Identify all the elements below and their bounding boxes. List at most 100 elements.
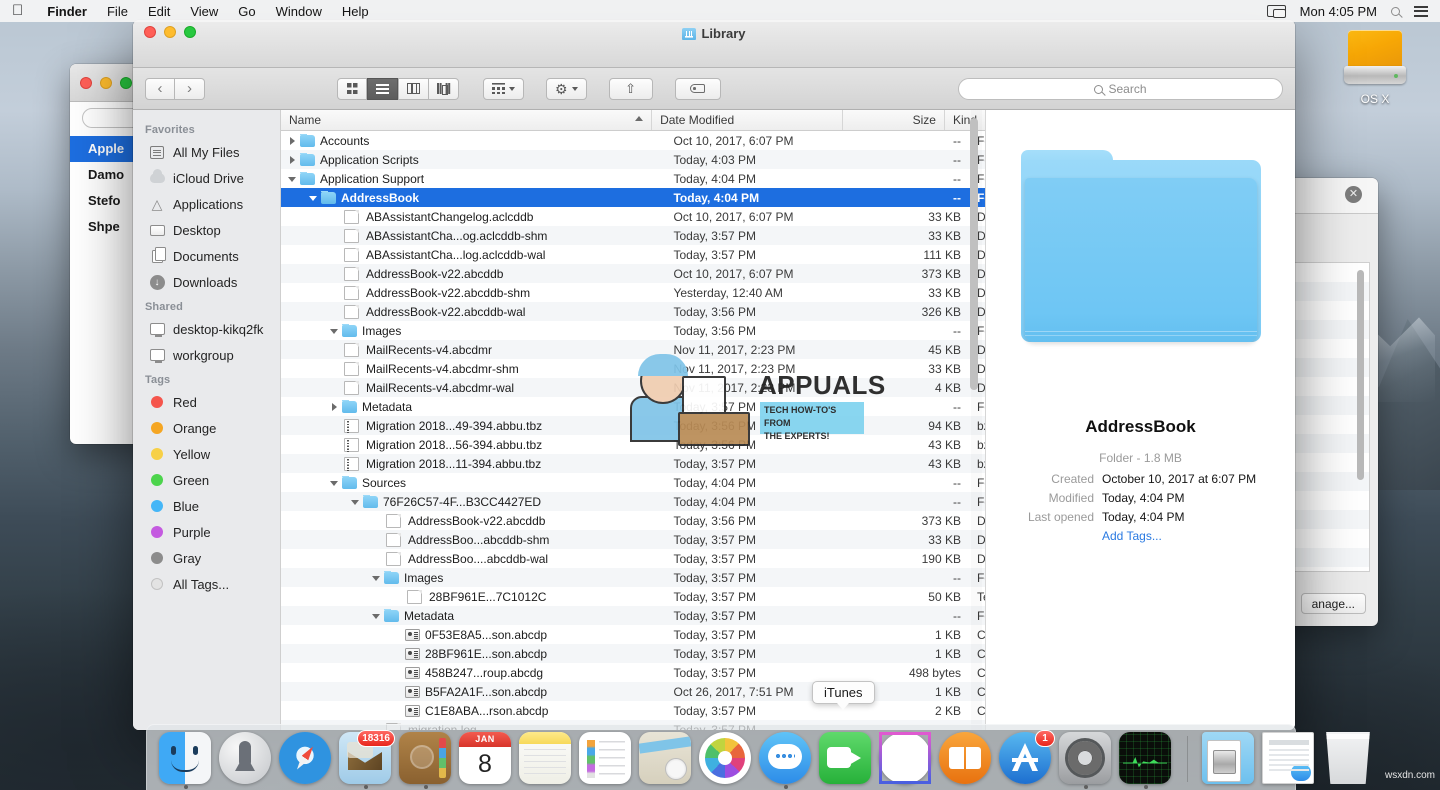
menu-item-view[interactable]: View — [180, 4, 228, 19]
dock-item-finder[interactable] — [159, 732, 213, 786]
sidebar-item-tag-gray[interactable]: Gray — [133, 545, 280, 571]
sidebar-item-documents[interactable]: Documents — [133, 243, 280, 269]
sidebar-item-icloud-drive[interactable]: iCloud Drive — [133, 165, 280, 191]
disclosure-triangle-open-icon[interactable] — [350, 496, 361, 507]
close-icon[interactable]: ✕ — [1345, 186, 1362, 203]
table-row[interactable]: MailRecents-v4.abcdmr-shmNov 11, 2017, 2… — [281, 359, 985, 378]
table-row[interactable]: Application ScriptsToday, 4:03 PM--Folde… — [281, 150, 985, 169]
dock-item-messages[interactable] — [759, 732, 813, 786]
menu-bar-clock[interactable]: Mon 4:05 PM — [1300, 4, 1377, 19]
sidebar-item-tag-orange[interactable]: Orange — [133, 415, 280, 441]
file-list[interactable]: AccountsOct 10, 2017, 6:07 PM--FolderApp… — [281, 131, 985, 730]
table-row[interactable]: AddressBook-v22.abcddb-shmYesterday, 12:… — [281, 283, 985, 302]
table-row[interactable]: AddressBook-v22.abcddbOct 10, 2017, 6:07… — [281, 264, 985, 283]
table-row[interactable]: 76F26C57-4F...B3CC4427EDToday, 4:04 PM--… — [281, 492, 985, 511]
disclosure-triangle-closed-icon[interactable] — [287, 154, 298, 165]
menu-item-edit[interactable]: Edit — [138, 4, 180, 19]
share-button[interactable]: ⇧ — [609, 78, 653, 100]
forward-button[interactable]: › — [175, 78, 205, 100]
dock-item-trash[interactable] — [1322, 732, 1376, 786]
action-button[interactable]: ⚙ — [546, 78, 587, 100]
column-header-date-modified[interactable]: Date Modified — [651, 110, 842, 130]
dock-item-app-store[interactable]: 1 — [999, 732, 1053, 786]
dock-item-contacts[interactable] — [399, 732, 453, 786]
scrollbar-track[interactable] — [971, 110, 982, 730]
disclosure-triangle-open-icon[interactable] — [371, 610, 382, 621]
sidebar-item-applications[interactable]: △ Applications — [133, 191, 280, 217]
table-row[interactable]: MetadataToday, 3:57 PM--Folder — [281, 397, 985, 416]
dock-item-facetime[interactable] — [819, 732, 873, 786]
sidebar-item-workgroup[interactable]: workgroup — [133, 342, 280, 368]
column-header-name[interactable]: Name — [281, 110, 651, 130]
table-row[interactable]: AddressBookToday, 4:04 PM--Folder — [281, 188, 985, 207]
table-row[interactable]: AddressBook-v22.abcddbToday, 3:56 PM373 … — [281, 511, 985, 530]
close-button[interactable] — [80, 77, 92, 89]
finder-window[interactable]: Library ‹ › ⚙ ⇧ Search Favorites — [133, 20, 1295, 730]
add-tags-link[interactable]: Add Tags... — [1102, 527, 1273, 546]
dock-item-mail[interactable]: 18316 — [339, 732, 393, 786]
view-icon-button[interactable] — [337, 78, 367, 100]
table-row[interactable]: AddressBook-v22.abcddb-walToday, 3:56 PM… — [281, 302, 985, 321]
menu-item-window[interactable]: Window — [266, 4, 332, 19]
spotlight-search-icon[interactable] — [1391, 7, 1400, 16]
table-row[interactable]: AddressBoo...abcddb-shmToday, 3:57 PM33 … — [281, 530, 985, 549]
zoom-button[interactable] — [120, 77, 132, 89]
disclosure-triangle-open-icon[interactable] — [329, 477, 340, 488]
sidebar-item-all-tags[interactable]: All Tags... — [133, 571, 280, 597]
table-row[interactable]: MailRecents-v4.abcdmr-walNov 11, 2017, 2… — [281, 378, 985, 397]
column-header-size[interactable]: Size — [842, 110, 944, 130]
table-row[interactable]: AddressBoo....abcddb-walToday, 3:57 PM19… — [281, 549, 985, 568]
dock-item-calendar[interactable]: JAN8 — [459, 732, 513, 786]
table-row[interactable]: Migration 2018...56-394.abbu.tbzToday, 3… — [281, 435, 985, 454]
table-row[interactable]: Migration 2018...11-394.abbu.tbzToday, 3… — [281, 454, 985, 473]
sidebar-item-tag-yellow[interactable]: Yellow — [133, 441, 280, 467]
dock-item-document-stack[interactable] — [1262, 732, 1316, 786]
manage-button[interactable]: anage... — [1301, 593, 1366, 614]
search-input[interactable]: Search — [958, 78, 1283, 100]
table-row[interactable]: B5FA2A1F...son.abcdpOct 26, 2017, 7:51 P… — [281, 682, 985, 701]
view-column-button[interactable] — [398, 78, 429, 100]
sidebar-item-tag-red[interactable]: Red — [133, 389, 280, 415]
table-row[interactable]: ImagesToday, 3:56 PM--Folder — [281, 321, 985, 340]
table-row[interactable]: C1E8ABA...rson.abcdpToday, 3:57 PM2 KBCo… — [281, 701, 985, 720]
menu-item-help[interactable]: Help — [332, 4, 379, 19]
view-list-button[interactable] — [367, 78, 398, 100]
minimize-button[interactable] — [100, 77, 112, 89]
sidebar-item-downloads[interactable]: ↓ Downloads — [133, 269, 280, 295]
sidebar-item-tag-blue[interactable]: Blue — [133, 493, 280, 519]
table-row[interactable]: 28BF961E...7C1012CToday, 3:57 PM50 KBTex… — [281, 587, 985, 606]
dock-item-notes[interactable] — [519, 732, 573, 786]
sidebar-item-desktop[interactable]: Desktop — [133, 217, 280, 243]
scrollbar-vertical[interactable] — [1357, 270, 1364, 480]
table-row[interactable]: ABAssistantCha...og.aclcddb-shmToday, 3:… — [281, 226, 985, 245]
dock-item-photos[interactable] — [699, 732, 753, 786]
dock-item-reminders[interactable] — [579, 732, 633, 786]
apple-icon[interactable]:  — [12, 3, 23, 18]
disclosure-triangle-open-icon[interactable] — [287, 173, 298, 184]
table-row[interactable]: Application SupportToday, 4:04 PM--Folde… — [281, 169, 985, 188]
disclosure-triangle-closed-icon[interactable] — [287, 135, 298, 146]
table-row[interactable]: 28BF961E...son.abcdpToday, 3:57 PM1 KBCo… — [281, 644, 985, 663]
dock-item-launchpad[interactable] — [219, 732, 273, 786]
dock-item-maps[interactable] — [639, 732, 693, 786]
scrollbar-thumb[interactable] — [970, 118, 978, 390]
menu-item-go[interactable]: Go — [228, 4, 265, 19]
table-row[interactable]: 0F53E8A5...son.abcdpToday, 3:57 PM1 KBCo… — [281, 625, 985, 644]
table-row[interactable]: ABAssistantCha...log.aclcddb-walToday, 3… — [281, 245, 985, 264]
back-button[interactable]: ‹ — [145, 78, 175, 100]
dock-item-downloads-stack[interactable] — [1202, 732, 1256, 786]
desktop-drive-osx[interactable]: OS X — [1340, 30, 1410, 106]
view-coverflow-button[interactable] — [429, 78, 459, 100]
dock-item-ibooks[interactable] — [939, 732, 993, 786]
disclosure-triangle-open-icon[interactable] — [308, 192, 319, 203]
table-row[interactable]: ImagesToday, 3:57 PM--Folder — [281, 568, 985, 587]
table-row[interactable]: ABAssistantChangelog.aclcddbOct 10, 2017… — [281, 207, 985, 226]
sidebar-item-tag-purple[interactable]: Purple — [133, 519, 280, 545]
menu-item-file[interactable]: File — [97, 4, 138, 19]
sidebar-item-tag-green[interactable]: Green — [133, 467, 280, 493]
table-row[interactable]: SourcesToday, 4:04 PM--Folder — [281, 473, 985, 492]
dock-item-system-preferences[interactable] — [1059, 732, 1113, 786]
dock-item-safari[interactable] — [279, 732, 333, 786]
table-row[interactable]: MetadataToday, 3:57 PM--Folder — [281, 606, 985, 625]
disclosure-triangle-closed-icon[interactable] — [329, 401, 340, 412]
